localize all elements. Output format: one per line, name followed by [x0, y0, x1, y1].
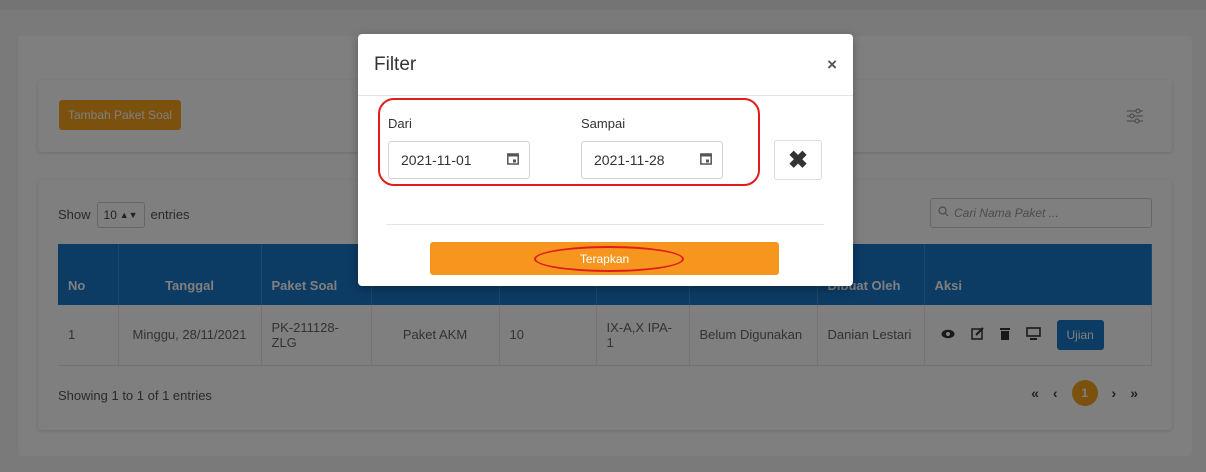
apply-filter-button[interactable]: Terapkan: [430, 242, 779, 275]
dari-date-input[interactable]: 2021-11-01: [388, 141, 530, 179]
filter-modal: Filter × Dari 2021-11-01 Sampai 2021-11-…: [358, 34, 853, 286]
sampai-date-input[interactable]: 2021-11-28: [581, 141, 723, 179]
dari-value: 2021-11-01: [401, 152, 472, 168]
close-icon[interactable]: ×: [827, 55, 837, 75]
sampai-value: 2021-11-28: [594, 152, 665, 168]
dari-group: Dari 2021-11-01: [388, 116, 530, 179]
sampai-label: Sampai: [581, 116, 626, 131]
modal-divider: [386, 224, 824, 225]
modal-title: Filter: [374, 53, 417, 75]
sampai-group: Sampai 2021-11-28: [581, 116, 723, 179]
calendar-icon[interactable]: [700, 152, 712, 168]
dari-label: Dari: [388, 116, 412, 131]
clear-filter-button[interactable]: ✖: [774, 140, 822, 180]
modal-header: Filter ×: [358, 34, 853, 96]
calendar-icon[interactable]: [507, 152, 519, 168]
